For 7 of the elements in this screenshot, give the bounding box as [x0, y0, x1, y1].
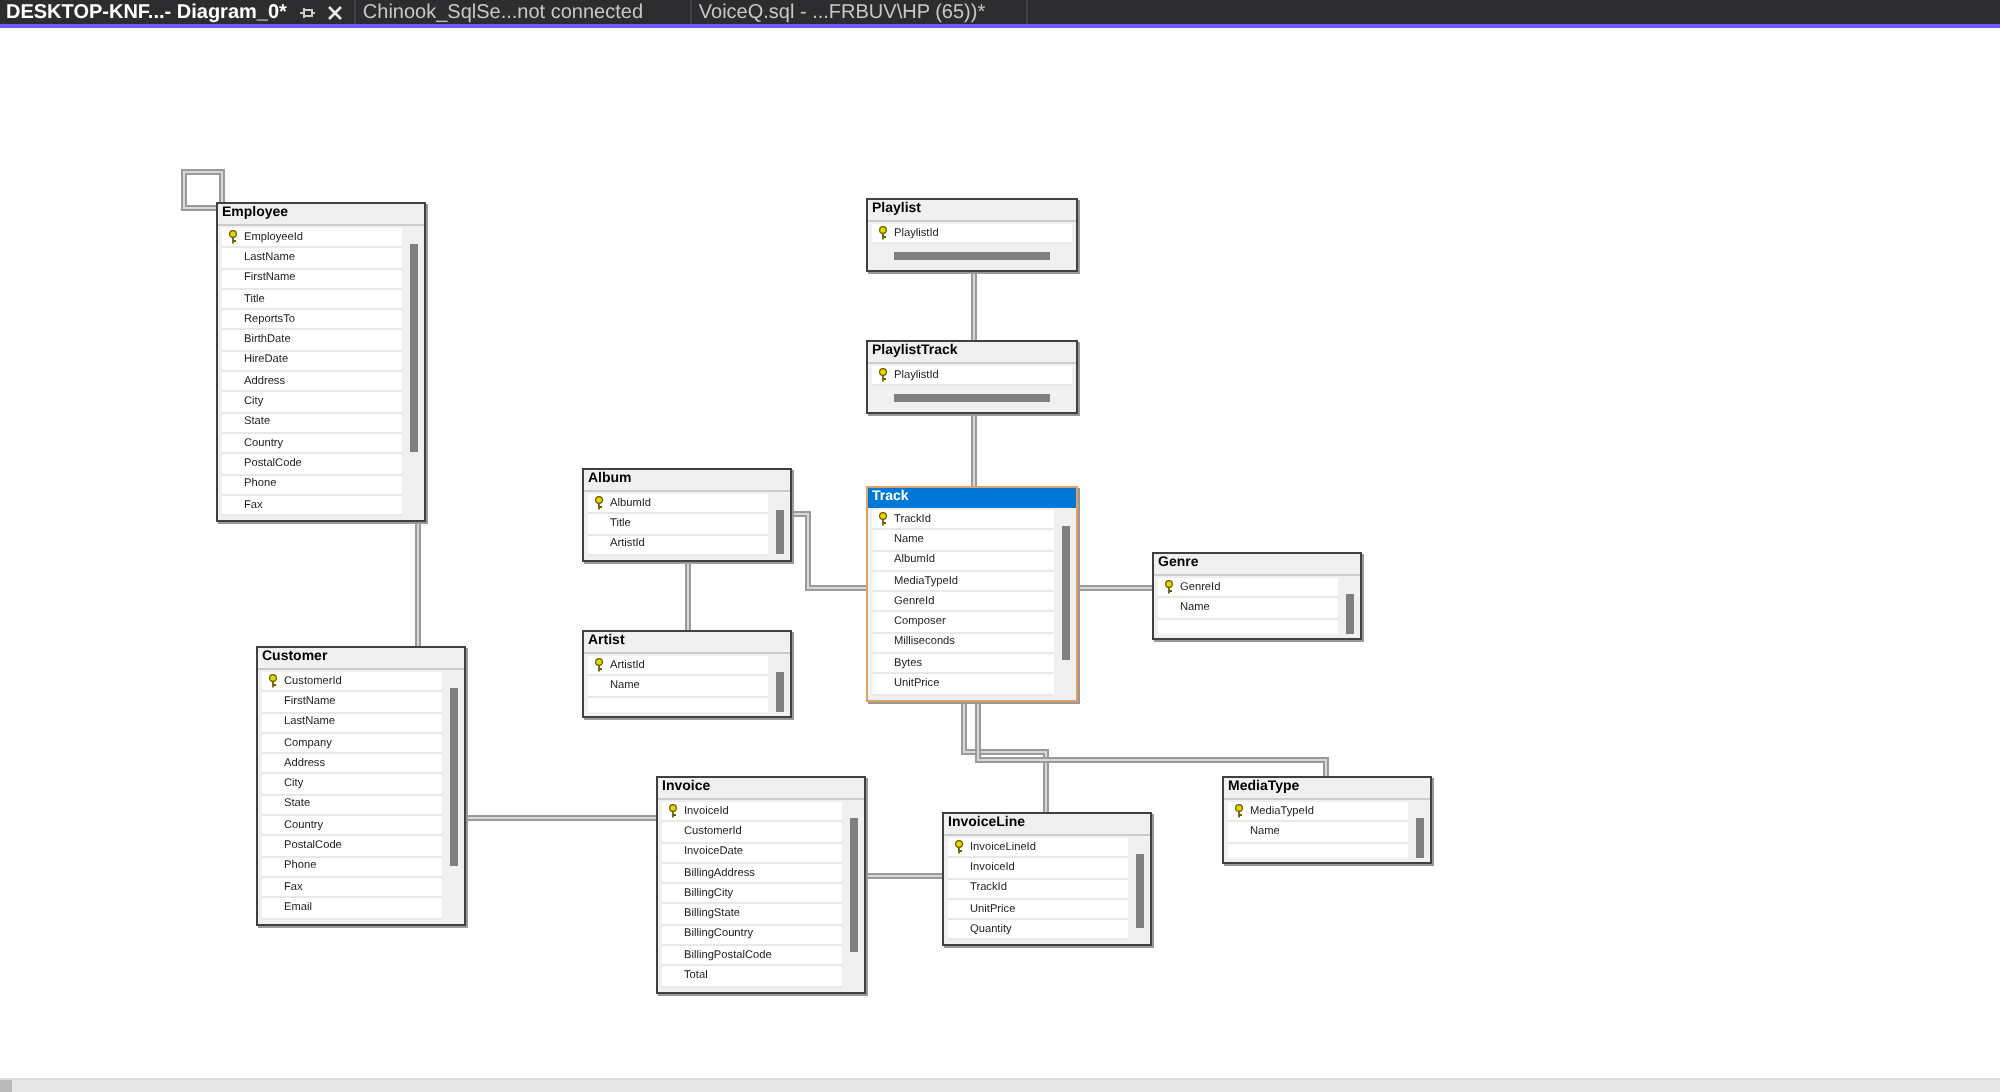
document-tab[interactable]: Chinook_SqlSe...not connected — [356, 0, 693, 24]
close-icon[interactable] — [328, 5, 343, 19]
relationship-line[interactable] — [181, 169, 225, 211]
document-tab[interactable]: VoiceQ.sql - ...FRBUV\HP (65))* — [692, 0, 1029, 24]
relationship-line[interactable] — [865, 873, 943, 879]
scroll-bar[interactable] — [0, 1078, 2000, 1092]
pin-icon[interactable] — [298, 5, 317, 19]
